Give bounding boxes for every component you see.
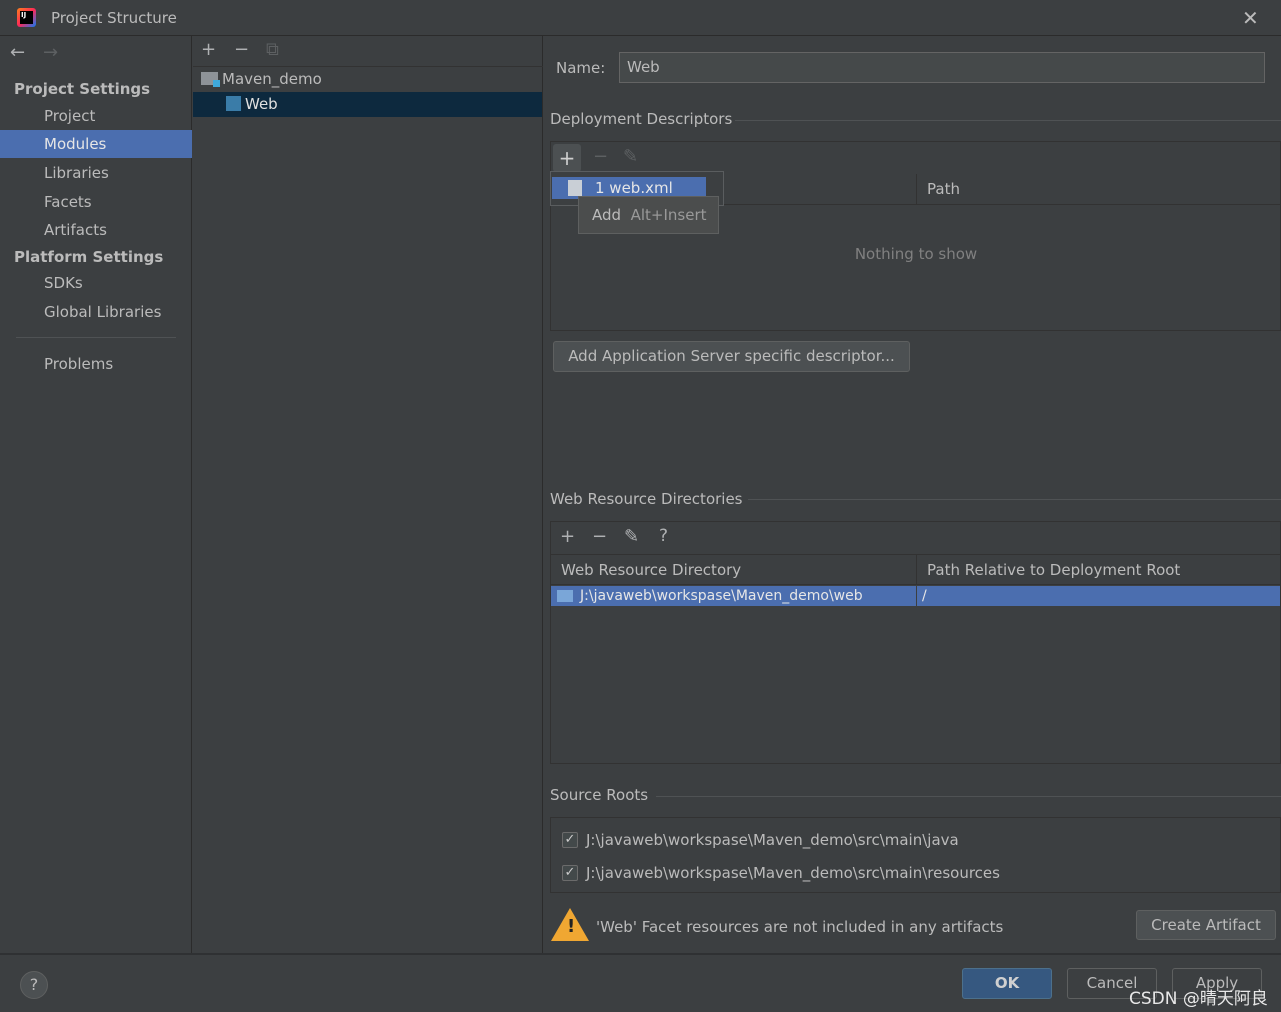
details-panel: Name: Web Deployment Descriptors + − ✎ P…: [543, 36, 1281, 953]
deployment-descriptors-heading: Deployment Descriptors: [550, 110, 733, 128]
folder-icon: [557, 590, 573, 602]
dialog-footer: ? OK Cancel Apply CSDN @晴天阿良: [0, 953, 1281, 1012]
source-roots-heading: Source Roots: [550, 786, 649, 804]
help-button[interactable]: ?: [20, 971, 48, 999]
tree-label: Web: [245, 95, 278, 113]
xml-file-icon: [568, 180, 582, 196]
web-resource-directories-heading: Web Resource Directories: [550, 490, 743, 508]
remove-icon[interactable]: −: [234, 39, 249, 60]
project-settings-heading: Project Settings: [14, 80, 151, 98]
add-server-descriptor-button[interactable]: Add Application Server specific descript…: [553, 341, 910, 372]
add-icon[interactable]: +: [201, 39, 216, 60]
back-arrow-icon[interactable]: ←: [10, 42, 25, 63]
tree-item-maven-demo[interactable]: Maven_demo: [193, 67, 542, 91]
tree-item-web[interactable]: Web: [193, 92, 542, 117]
edit-pencil-icon[interactable]: ✎: [624, 526, 639, 547]
sidebar-item-modules[interactable]: Modules: [0, 130, 192, 158]
column-header-directory[interactable]: Web Resource Directory: [551, 554, 917, 585]
module-tree: + − ⧉ Maven_demo Web: [193, 36, 543, 953]
sidebar: ← → Project Settings Project Modules Lib…: [0, 36, 192, 953]
deployment-descriptors-table: + − ✎ Path Nothing to show: [550, 141, 1281, 331]
intellij-logo-icon: IJ: [17, 8, 36, 27]
sidebar-item-facets[interactable]: Facets: [0, 188, 192, 216]
folder-icon: [201, 72, 220, 87]
title-bar: IJ Project Structure ✕: [0, 0, 1281, 36]
divider: [16, 337, 176, 338]
path-column-header[interactable]: Path: [917, 174, 1281, 205]
sidebar-item-problems[interactable]: Problems: [0, 350, 192, 378]
watermark: CSDN @晴天阿良: [1129, 989, 1268, 1009]
sidebar-item-project[interactable]: Project: [0, 102, 192, 130]
source-roots-list: ✓ J:\javaweb\workspase\Maven_demo\src\ma…: [550, 817, 1281, 893]
close-icon[interactable]: ✕: [1242, 6, 1259, 30]
create-artifact-button[interactable]: Create Artifact: [1136, 910, 1276, 940]
source-root-path: J:\javaweb\workspase\Maven_demo\src\main…: [586, 864, 1000, 882]
source-root-path: J:\javaweb\workspase\Maven_demo\src\main…: [586, 831, 959, 849]
name-label: Name:: [556, 59, 606, 77]
tooltip: Add Alt+Insert: [578, 196, 719, 234]
relative-path-cell: /: [916, 586, 927, 606]
web-resource-table: + − ✎ ? Web Resource Directory Path Rela…: [550, 521, 1281, 764]
empty-state-text: Nothing to show: [854, 245, 978, 263]
edit-pencil-icon[interactable]: ✎: [623, 146, 638, 167]
source-root-checkbox[interactable]: ✓: [562, 832, 578, 848]
forward-arrow-icon[interactable]: →: [43, 42, 58, 63]
add-icon[interactable]: +: [560, 526, 575, 547]
sidebar-item-libraries[interactable]: Libraries: [0, 159, 192, 187]
ok-button[interactable]: OK: [962, 968, 1052, 999]
remove-icon[interactable]: −: [593, 146, 608, 167]
tree-label: Maven_demo: [222, 70, 322, 88]
help-icon[interactable]: ?: [659, 526, 668, 546]
sidebar-item-artifacts[interactable]: Artifacts: [0, 216, 192, 244]
platform-settings-heading: Platform Settings: [14, 248, 164, 266]
source-root-checkbox[interactable]: ✓: [562, 865, 578, 881]
sidebar-item-global-libraries[interactable]: Global Libraries: [0, 298, 192, 326]
remove-icon[interactable]: −: [592, 526, 607, 547]
column-header-relative-path[interactable]: Path Relative to Deployment Root: [917, 554, 1281, 585]
add-descriptor-button[interactable]: +: [553, 144, 581, 172]
window-title: Project Structure: [51, 9, 177, 27]
directory-cell: J:\javaweb\workspase\Maven_demo\web: [580, 588, 863, 604]
sidebar-item-sdks[interactable]: SDKs: [0, 269, 192, 297]
table-row[interactable]: J:\javaweb\workspase\Maven_demo\web /: [551, 586, 1280, 606]
name-field[interactable]: Web: [619, 52, 1265, 83]
warning-text: 'Web' Facet resources are not included i…: [596, 918, 1004, 936]
web-facet-icon: [226, 96, 241, 111]
copy-icon[interactable]: ⧉: [266, 39, 279, 60]
